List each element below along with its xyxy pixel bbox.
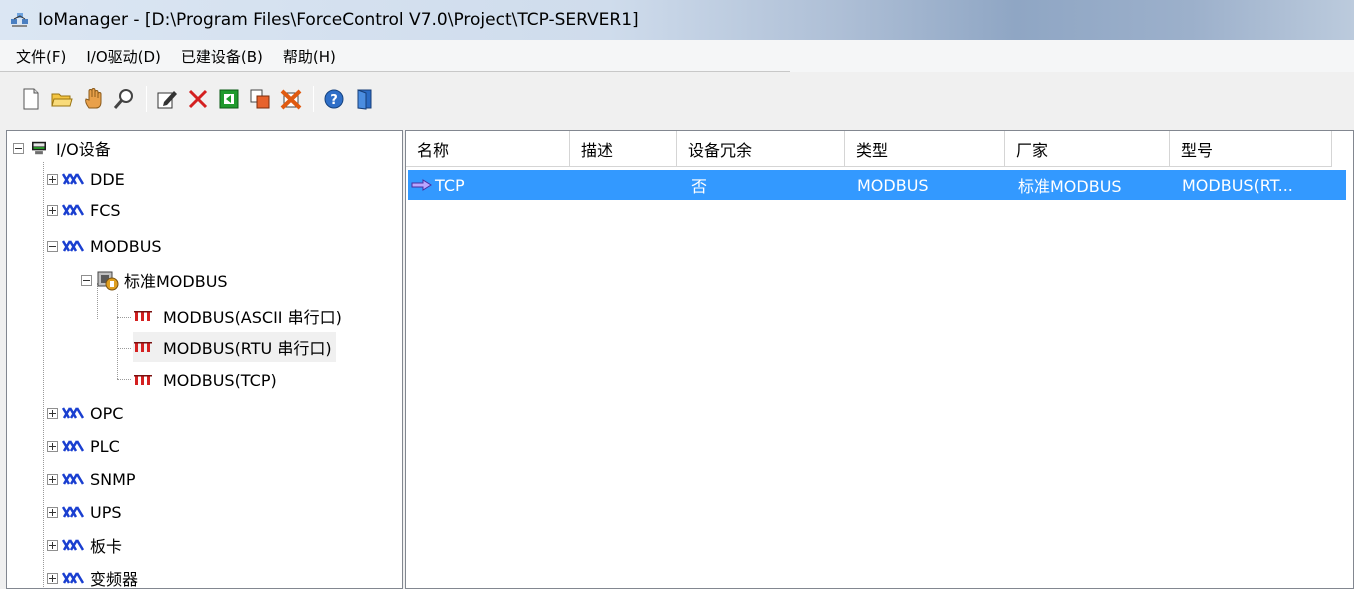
cell-name: TCP — [408, 176, 570, 195]
tree-label: PLC — [90, 436, 120, 456]
delete-icon[interactable] — [187, 88, 209, 110]
network-icon — [62, 204, 84, 216]
cell-model: MODBUS(RT... — [1182, 175, 1293, 195]
menu-io-driver[interactable]: I/O驱动(D) — [78, 46, 173, 67]
cell-vendor: 标准MODBUS — [1018, 177, 1122, 196]
network-icon — [62, 506, 84, 518]
exit-icon[interactable] — [354, 88, 376, 110]
menu-help[interactable]: 帮助(H) — [275, 46, 348, 67]
tree-guide-line — [117, 294, 118, 379]
cell-redundancy: 否 — [691, 177, 708, 196]
help-icon[interactable]: ? — [323, 88, 345, 110]
tree-guide-line — [117, 317, 131, 318]
vendor-icon — [97, 271, 119, 291]
arrow-right-icon — [411, 179, 432, 191]
tree-item-opc[interactable]: OPC — [47, 398, 123, 428]
tree-label: MODBUS(RTU 串行口) — [163, 339, 332, 358]
device-icon — [134, 342, 152, 352]
column-header-vendor[interactable]: 厂家 — [1005, 131, 1170, 167]
edit-icon[interactable] — [156, 88, 178, 110]
expand-icon[interactable] — [47, 572, 58, 584]
tree-label: MODBUS — [90, 236, 162, 256]
copy-icon[interactable] — [249, 88, 271, 110]
tree-label: 板卡 — [90, 537, 123, 556]
tree-item-board[interactable]: 板卡 — [47, 530, 122, 560]
device-icon — [134, 375, 152, 385]
row-name: TCP — [435, 175, 465, 195]
tree-item-plc[interactable]: PLC — [47, 431, 120, 461]
tree-item-ups[interactable]: UPS — [47, 497, 122, 527]
tree-label: UPS — [90, 502, 122, 522]
column-header-description[interactable]: 描述 — [570, 131, 677, 167]
tree-root-io-devices[interactable]: I/O设备 — [13, 133, 111, 163]
menu-devices[interactable]: 已建设备(B) — [173, 46, 275, 67]
app-icon — [10, 11, 30, 29]
tree-label: 标准MODBUS — [124, 272, 228, 291]
title-bar: IoManager - [D:\Program Files\ForceContr… — [0, 0, 1354, 40]
tree-label: MODBUS(ASCII 串行口) — [163, 308, 342, 327]
expand-icon[interactable] — [47, 440, 58, 452]
tree-item-modbus-rtu[interactable]: MODBUS(RTU 串行口) — [133, 332, 336, 362]
toolbar-separator — [146, 86, 147, 112]
hand-icon[interactable] — [82, 88, 104, 110]
tree-guide-line — [43, 162, 44, 588]
expand-icon[interactable] — [47, 506, 58, 518]
device-icon — [134, 311, 152, 321]
collapse-icon[interactable] — [13, 142, 24, 154]
expand-icon[interactable] — [47, 173, 58, 185]
delete-all-icon[interactable] — [280, 88, 302, 110]
expand-icon[interactable] — [47, 539, 58, 551]
network-icon — [62, 173, 84, 185]
network-icon — [62, 572, 84, 584]
tree-item-fcs[interactable]: FCS — [47, 195, 121, 225]
new-icon[interactable] — [20, 88, 42, 110]
expand-icon[interactable] — [47, 407, 58, 419]
network-icon — [62, 539, 84, 551]
tree-item-modbus[interactable]: MODBUS — [47, 231, 162, 261]
tree-label: FCS — [90, 200, 121, 220]
column-header-redundancy[interactable]: 设备冗余 — [677, 131, 845, 167]
column-header-name[interactable]: 名称 — [406, 131, 570, 167]
tree-item-modbus-tcp[interactable]: MODBUS(TCP) — [133, 365, 277, 395]
table-row[interactable]: TCP 否 MODBUS 标准MODBUS MODBUS(RT... — [408, 170, 1346, 200]
green-square-icon[interactable] — [218, 88, 240, 110]
find-icon[interactable] — [113, 88, 135, 110]
tree-label: I/O设备 — [56, 140, 111, 159]
cell-type: MODBUS — [857, 175, 929, 195]
expand-icon[interactable] — [47, 473, 58, 485]
tree-guide-line — [117, 379, 131, 380]
tree-item-inverter[interactable]: 变频器 — [47, 563, 139, 589]
toolbar: ? — [0, 72, 1354, 126]
column-header-model[interactable]: 型号 — [1170, 131, 1332, 167]
tree-label: 变频器 — [90, 570, 139, 589]
tree-item-modbus-ascii[interactable]: MODBUS(ASCII 串行口) — [133, 301, 342, 331]
tree-label: OPC — [90, 403, 124, 423]
menu-file[interactable]: 文件(F) — [8, 46, 78, 67]
toolbar-separator — [313, 86, 314, 112]
tree-label: MODBUS(TCP) — [163, 370, 277, 390]
list-header: 名称 描述 设备冗余 类型 厂家 型号 — [406, 131, 1332, 167]
open-folder-icon[interactable] — [51, 88, 73, 110]
tree-label: DDE — [90, 169, 125, 189]
network-icon — [62, 240, 84, 252]
io-device-tree[interactable]: I/O设备 DDE FCS MODBUS 标准MODBUS MODBUS(ASC… — [6, 130, 403, 589]
svg-text:?: ? — [330, 93, 338, 108]
collapse-icon[interactable] — [47, 240, 58, 252]
collapse-icon[interactable] — [81, 274, 92, 286]
window-title: IoManager - [D:\Program Files\ForceContr… — [38, 10, 639, 30]
menu-bar: 文件(F) I/O驱动(D) 已建设备(B) 帮助(H) — [0, 40, 1354, 72]
tree-item-snmp[interactable]: SNMP — [47, 464, 136, 494]
column-header-type[interactable]: 类型 — [845, 131, 1005, 167]
tree-label: SNMP — [90, 469, 136, 489]
expand-icon[interactable] — [47, 204, 58, 216]
tree-item-dde[interactable]: DDE — [47, 164, 125, 194]
device-list[interactable]: 名称 描述 设备冗余 类型 厂家 型号 TCP 否 MODBUS 标准MODBU… — [405, 130, 1354, 589]
tree-item-std-modbus[interactable]: 标准MODBUS — [81, 265, 228, 295]
tree-guide-line — [117, 348, 131, 349]
computer-icon — [32, 141, 46, 155]
network-icon — [62, 440, 84, 452]
network-icon — [62, 407, 84, 419]
network-icon — [62, 473, 84, 485]
